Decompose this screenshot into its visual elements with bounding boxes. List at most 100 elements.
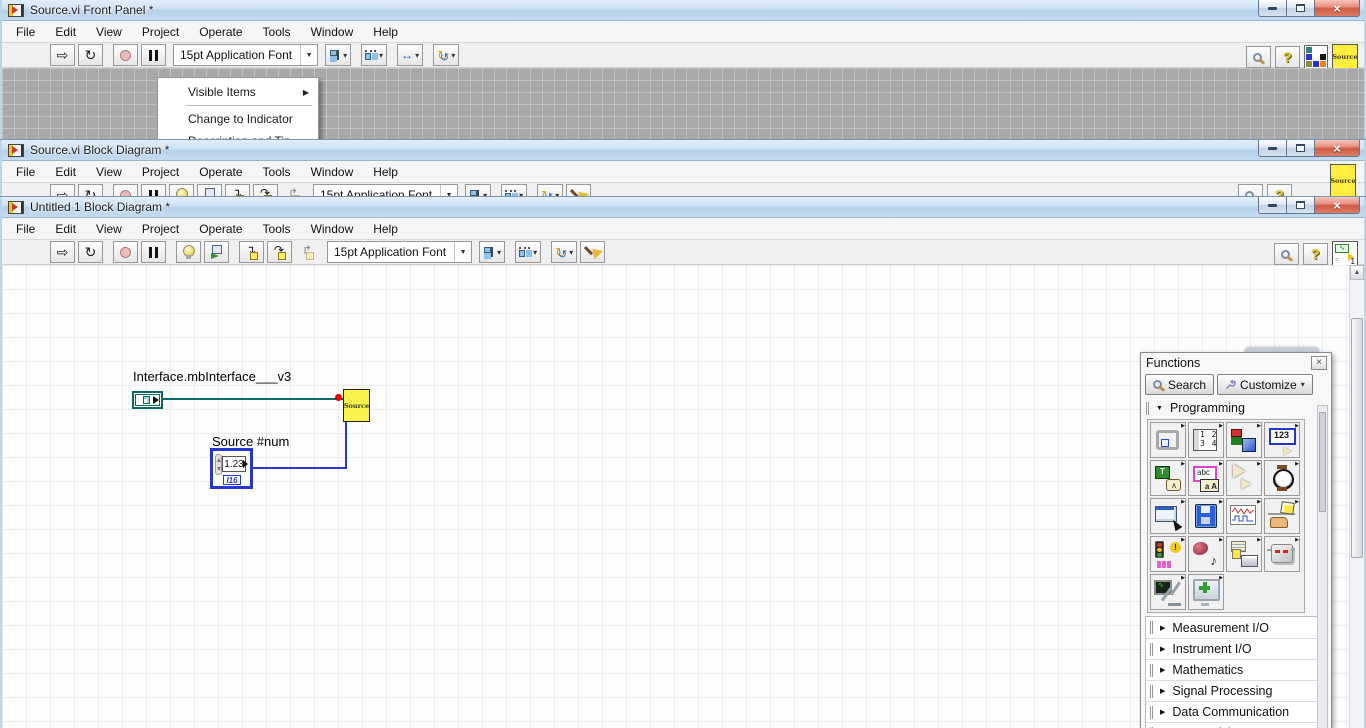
maximize-button[interactable] xyxy=(1287,140,1315,157)
font-selector[interactable]: 15pt Application Font ▼ xyxy=(327,241,473,263)
reorder-button[interactable]: ↻↺▾ xyxy=(537,184,564,197)
numeric-control-terminal[interactable]: 1.23 I16 xyxy=(210,448,253,489)
font-selector[interactable]: 15pt Application Font ▼ xyxy=(313,184,459,197)
distribute-objects-button[interactable]: ▾ xyxy=(501,184,528,197)
drag-handle[interactable] xyxy=(1150,663,1153,677)
retain-wire-values-button[interactable] xyxy=(197,184,222,197)
front-panel-canvas[interactable]: Visible Items ▶ Change to Indicator Desc… xyxy=(2,68,1364,140)
run-continuous-button[interactable]: ↻ xyxy=(78,241,103,263)
palette-scrollbar[interactable] xyxy=(1317,405,1328,728)
class-terminal-label[interactable]: Interface.mbInterface___v3 xyxy=(133,369,291,384)
palette-item-file-io[interactable] xyxy=(1188,498,1224,534)
palette-section-programming[interactable]: ▼ Programming xyxy=(1141,398,1331,418)
run-button[interactable]: ⇨ xyxy=(50,184,75,197)
menu-window[interactable]: Window xyxy=(301,162,364,182)
palette-category-measurement-io[interactable]: ▶ Measurement I/O xyxy=(1146,617,1326,638)
menu-operate[interactable]: Operate xyxy=(189,22,252,42)
resize-objects-button[interactable]: ↔ ▾ xyxy=(397,44,424,66)
distribute-objects-button[interactable]: ▾ xyxy=(361,44,388,66)
context-menu-item-change-to-indicator[interactable]: Change to Indicator xyxy=(158,108,318,130)
help-button[interactable]: ? xyxy=(1303,243,1328,265)
vertical-scrollbar[interactable]: ▲ xyxy=(1349,265,1364,728)
palette-item-report-generation[interactable] xyxy=(1226,536,1262,572)
menu-project[interactable]: Project xyxy=(132,162,189,182)
menu-edit[interactable]: Edit xyxy=(45,219,86,239)
palette-item-string[interactable]: abc a A xyxy=(1188,460,1224,496)
maximize-button[interactable] xyxy=(1287,197,1315,214)
distribute-objects-button[interactable]: ▾ xyxy=(515,241,542,263)
search-button[interactable] xyxy=(1238,184,1263,197)
numeric-wire-horizontal[interactable] xyxy=(253,467,347,469)
context-menu-item-visible-items[interactable]: Visible Items ▶ xyxy=(158,81,318,103)
menu-window[interactable]: Window xyxy=(301,22,364,42)
palette-item-waveform[interactable] xyxy=(1226,498,1262,534)
scrollbar-thumb[interactable] xyxy=(1351,318,1363,558)
palette-item-dialog-user-interface[interactable] xyxy=(1150,498,1186,534)
font-selector[interactable]: 15pt Application Font ▼ xyxy=(173,44,319,66)
menu-file[interactable]: File xyxy=(6,162,45,182)
maximize-button[interactable] xyxy=(1287,0,1315,17)
align-objects-button[interactable]: ▾ xyxy=(325,44,352,66)
step-over-button[interactable]: ↷ xyxy=(267,241,292,263)
palette-customize-button[interactable]: Customize ▾ xyxy=(1217,374,1313,395)
numeric-terminal-label[interactable]: Source #num xyxy=(212,434,289,449)
class-control-terminal[interactable] xyxy=(132,391,163,409)
align-objects-button[interactable]: ▾ xyxy=(465,184,492,197)
step-into-button[interactable]: ↴ xyxy=(239,241,264,263)
menu-project[interactable]: Project xyxy=(132,219,189,239)
menu-project[interactable]: Project xyxy=(132,22,189,42)
palette-scrollbar-thumb[interactable] xyxy=(1319,412,1326,512)
minimize-button[interactable] xyxy=(1258,0,1287,17)
minimize-button[interactable] xyxy=(1258,197,1287,214)
menu-view[interactable]: View xyxy=(86,22,132,42)
increment-decrement-icon[interactable] xyxy=(215,454,222,475)
palette-item-robot[interactable] xyxy=(1264,536,1300,572)
block-diagram-canvas[interactable]: Interface.mbInterface___v3 Source Source… xyxy=(2,265,1364,728)
vi-icon[interactable]: Source xyxy=(1332,44,1358,70)
palette-item-structures[interactable] xyxy=(1150,422,1186,458)
menu-tools[interactable]: Tools xyxy=(253,162,301,182)
drag-handle[interactable] xyxy=(1150,621,1153,634)
cleanup-diagram-button[interactable] xyxy=(580,241,606,263)
run-continuous-button[interactable]: ↻ xyxy=(78,184,103,197)
palette-item-timing[interactable] xyxy=(1264,460,1300,496)
drag-handle[interactable] xyxy=(1150,705,1153,719)
drag-handle[interactable] xyxy=(1150,642,1153,656)
menu-edit[interactable]: Edit xyxy=(45,162,86,182)
menu-file[interactable]: File xyxy=(6,22,45,42)
pause-button[interactable] xyxy=(141,44,166,66)
palette-item-graphics-sound[interactable]: ♪ xyxy=(1188,536,1224,572)
palette-item-boolean[interactable]: T ∧ xyxy=(1150,460,1186,496)
pause-button[interactable] xyxy=(141,241,166,263)
search-button[interactable] xyxy=(1246,46,1271,68)
palette-item-vision[interactable]: ∿ xyxy=(1150,574,1186,610)
connector-pane[interactable] xyxy=(1304,45,1328,69)
palette-search-button[interactable]: Search xyxy=(1145,374,1215,395)
scroll-up-button[interactable]: ▲ xyxy=(1350,265,1364,280)
minimize-button[interactable] xyxy=(1258,140,1287,157)
menu-tools[interactable]: Tools xyxy=(253,22,301,42)
close-button[interactable]: × xyxy=(1315,0,1360,17)
source-subvi[interactable]: Source xyxy=(343,389,370,422)
palette-item-cluster-class-variant[interactable] xyxy=(1226,422,1262,458)
palette-category-instrument-io[interactable]: ▶ Instrument I/O xyxy=(1146,638,1326,659)
dropdown-arrow-icon[interactable]: ▼ xyxy=(454,242,471,262)
menu-help[interactable]: Help xyxy=(363,162,408,182)
vi-icon[interactable]: ∿ ≈ 1 xyxy=(1332,241,1358,267)
palette-item-synchronization[interactable]: ! xyxy=(1150,536,1186,572)
menu-tools[interactable]: Tools xyxy=(253,219,301,239)
menu-view[interactable]: View xyxy=(86,219,132,239)
menu-help[interactable]: Help xyxy=(363,22,408,42)
run-continuous-button[interactable]: ↻ xyxy=(78,44,103,66)
retain-wire-values-button[interactable] xyxy=(204,241,229,263)
palette-category-signal-processing[interactable]: ▶ Signal Processing xyxy=(1146,680,1326,701)
menu-help[interactable]: Help xyxy=(363,219,408,239)
align-objects-button[interactable]: ▾ xyxy=(479,241,506,263)
search-button[interactable] xyxy=(1274,243,1299,265)
palette-close-button[interactable]: × xyxy=(1311,356,1327,370)
help-button[interactable]: ? xyxy=(1275,46,1300,68)
menu-operate[interactable]: Operate xyxy=(189,162,252,182)
menu-file[interactable]: File xyxy=(6,219,45,239)
pause-button[interactable] xyxy=(141,184,166,197)
step-into-button[interactable]: ↴ xyxy=(225,184,250,197)
